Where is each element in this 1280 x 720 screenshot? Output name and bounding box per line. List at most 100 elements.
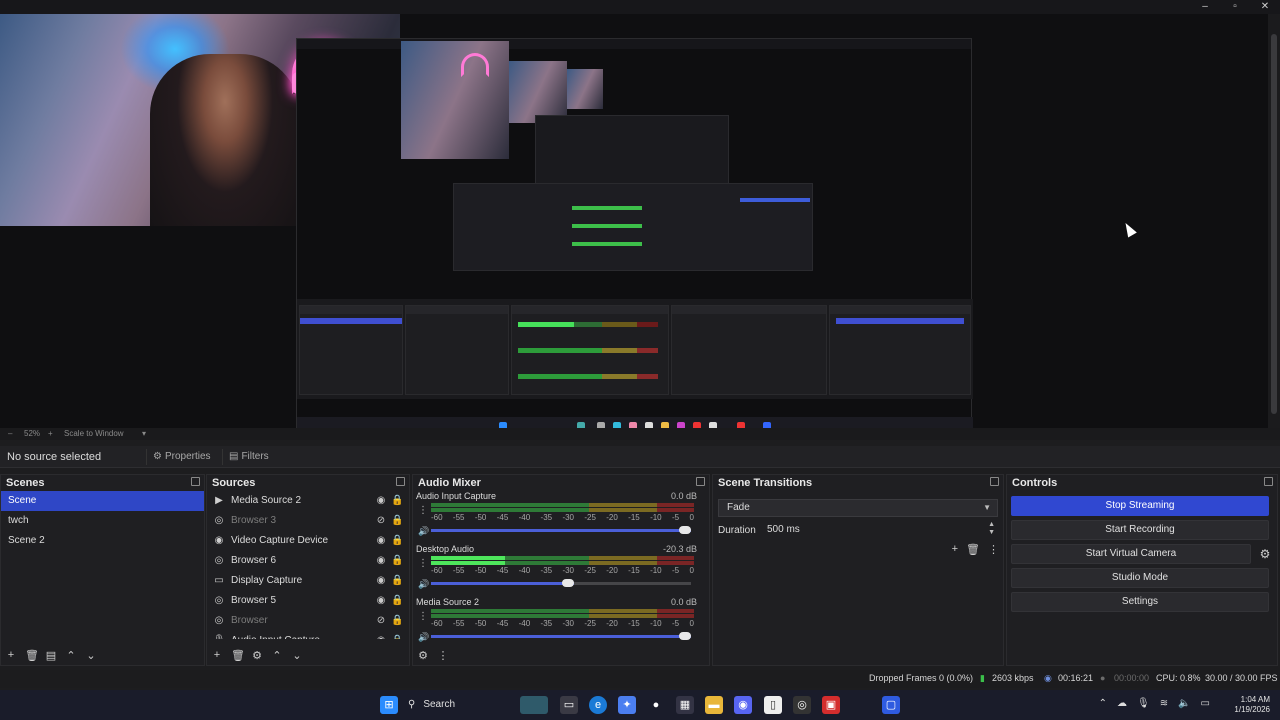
spinner-icon[interactable]: ▲ ▼ (988, 521, 995, 537)
source-item[interactable]: ▭ Display Capture ◉ 🔒 (207, 571, 409, 591)
lock-icon[interactable]: 🔒 (391, 591, 403, 611)
clock[interactable]: 1:04 AM 1/19/2026 (1210, 695, 1270, 715)
start-recording-button[interactable]: Start Recording (1011, 520, 1269, 540)
zoom-out-icon[interactable]: – (8, 429, 12, 438)
copilot-icon[interactable]: ✦ (618, 696, 636, 714)
volume-slider[interactable] (431, 632, 691, 640)
speaker-icon[interactable]: 🔊 (418, 579, 429, 590)
store-icon[interactable]: ▦ (676, 696, 694, 714)
channel-menu-icon[interactable]: ⋮ (418, 505, 428, 516)
move-up-button[interactable]: ⌃ (271, 649, 283, 662)
duration-input[interactable]: 500 ms ▲ ▼ (761, 521, 1001, 539)
eye-icon[interactable]: ◉ (375, 631, 387, 639)
filters-button[interactable]: ▤ Filters (222, 449, 275, 465)
undock-icon[interactable] (696, 477, 705, 486)
add-transition-button[interactable]: + (952, 543, 958, 556)
transition-select[interactable]: Fade ▼ (718, 499, 998, 517)
maximize-icon[interactable]: ▫ (1220, 0, 1250, 14)
recorder-icon[interactable]: ▣ (822, 696, 840, 714)
lock-icon[interactable]: 🔒 (391, 491, 403, 511)
lock-icon[interactable]: 🔒 (391, 511, 403, 531)
advanced-audio-button[interactable]: ⚙ (417, 649, 429, 662)
eye-icon[interactable]: ◉ (375, 571, 387, 591)
scene-item[interactable]: Scene 2 (1, 531, 204, 551)
remove-source-button[interactable]: 🗑 (231, 649, 245, 662)
eye-off-icon[interactable]: ⊘ (375, 611, 387, 631)
lock-icon[interactable]: 🔒 (391, 611, 403, 631)
edge-icon[interactable]: e (589, 696, 607, 714)
transition-menu-icon[interactable]: ⋮ (988, 543, 999, 556)
lock-icon[interactable]: 🔒 (391, 531, 403, 551)
obs-icon[interactable]: ◎ (793, 696, 811, 714)
mixer-menu-icon[interactable]: ⋮ (437, 649, 449, 662)
add-source-button[interactable]: + (211, 649, 223, 661)
speaker-icon[interactable]: 🔊 (418, 632, 429, 643)
minimize-icon[interactable]: – (1190, 0, 1220, 14)
speaker-icon[interactable]: 🔊 (418, 526, 429, 537)
lock-icon[interactable]: 🔒 (391, 571, 403, 591)
channel-menu-icon[interactable]: ⋮ (418, 558, 428, 569)
zoom-in-icon[interactable]: + (48, 429, 53, 438)
preview-canvas[interactable] (0, 14, 1268, 437)
source-item[interactable]: ◎ Browser ⊘ 🔒 (207, 611, 409, 631)
eye-icon[interactable]: ◉ (375, 591, 387, 611)
volume-icon[interactable]: 🔈 (1178, 698, 1190, 709)
windows-start-icon[interactable]: ⊞ (380, 696, 398, 714)
widgets-icon[interactable] (520, 696, 548, 714)
source-item[interactable]: ◎ Browser 6 ◉ 🔒 (207, 551, 409, 571)
volume-slider[interactable] (431, 579, 691, 587)
remove-scene-button[interactable]: 🗑 (25, 649, 39, 662)
gear-icon[interactable]: ⚙ (1257, 544, 1273, 564)
scale-mode[interactable]: Scale to Window (64, 429, 124, 438)
settings-button[interactable]: Settings (1011, 592, 1269, 612)
lock-icon[interactable]: 🔒 (391, 551, 403, 571)
file-explorer-icon[interactable]: ▬ (705, 696, 723, 714)
undock-icon[interactable] (396, 477, 405, 486)
eye-off-icon[interactable]: ⊘ (375, 511, 387, 531)
stop-streaming-button[interactable]: Stop Streaming (1011, 496, 1269, 516)
notepad-icon[interactable]: ▯ (764, 696, 782, 714)
source-item[interactable]: ▶ Media Source 2 ◉ 🔒 (207, 491, 409, 511)
source-name: Video Capture Device (231, 535, 329, 546)
task-view-icon[interactable]: ▭ (560, 696, 578, 714)
remove-transition-button[interactable]: 🗑 (966, 543, 980, 556)
preview-scrollbar[interactable] (1268, 14, 1280, 428)
move-down-button[interactable]: ⌄ (85, 649, 97, 662)
source-item[interactable]: 🎙 Audio Input Capture ◉ 🔒 (207, 631, 409, 639)
scene-filters-button[interactable]: ▤ (45, 649, 57, 662)
no-source-label: No source selected (7, 451, 102, 463)
chevron-down-icon[interactable]: ▾ (142, 429, 146, 438)
source-properties-button[interactable]: ⚙ (251, 649, 263, 662)
move-down-button[interactable]: ⌄ (291, 649, 303, 662)
source-item[interactable]: ◎ Browser 3 ⊘ 🔒 (207, 511, 409, 531)
undock-icon[interactable] (990, 477, 999, 486)
channel-menu-icon[interactable]: ⋮ (418, 611, 428, 622)
discord-icon[interactable]: ◉ (734, 696, 752, 714)
battery-icon[interactable]: ▭ (1201, 698, 1210, 709)
chevron-up-icon[interactable]: ⌃ (1099, 698, 1107, 709)
start-virtual-camera-button[interactable]: Start Virtual Camera (1011, 544, 1251, 564)
eye-icon[interactable]: ◉ (375, 531, 387, 551)
source-item[interactable]: ◉ Video Capture Device ◉ 🔒 (207, 531, 409, 551)
studio-mode-button[interactable]: Studio Mode (1011, 568, 1269, 588)
volume-slider[interactable] (431, 526, 691, 534)
properties-button[interactable]: ⚙ Properties (146, 449, 217, 465)
scene-item[interactable]: Scene (1, 491, 204, 511)
taskbar-search[interactable]: ⚲ Search (408, 696, 508, 714)
cloud-icon[interactable]: ☁ (1117, 698, 1127, 709)
add-scene-button[interactable]: + (5, 649, 17, 661)
undock-icon[interactable] (191, 477, 200, 486)
eye-icon[interactable]: ◉ (375, 491, 387, 511)
app-icon[interactable]: ▢ (882, 696, 900, 714)
close-icon[interactable]: ✕ (1250, 0, 1280, 14)
mic-icon[interactable]: 🎙 (1137, 698, 1150, 709)
move-up-button[interactable]: ⌃ (65, 649, 77, 662)
source-item[interactable]: ◎ Browser 5 ◉ 🔒 (207, 591, 409, 611)
wifi-icon[interactable]: ≋ (1160, 698, 1168, 709)
location-icon[interactable]: ● (647, 696, 665, 714)
preview-area[interactable] (0, 14, 1280, 437)
lock-icon[interactable]: 🔒 (391, 631, 403, 639)
scene-item[interactable]: twch (1, 511, 204, 531)
eye-icon[interactable]: ◉ (375, 551, 387, 571)
undock-icon[interactable] (1264, 477, 1273, 486)
